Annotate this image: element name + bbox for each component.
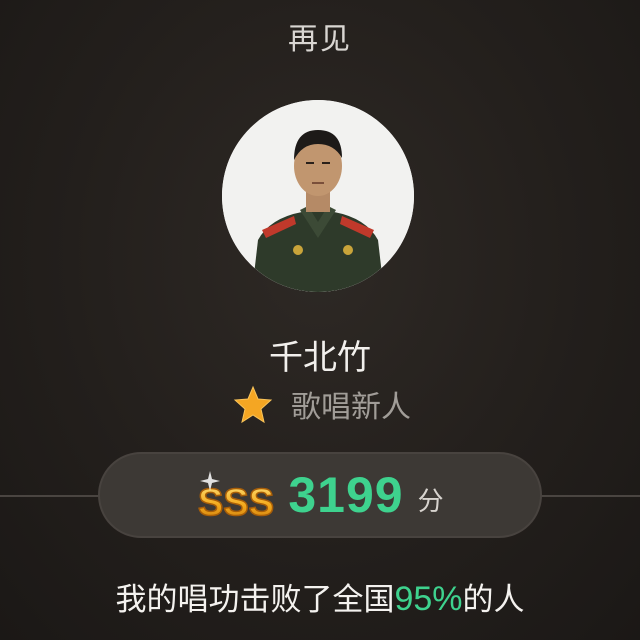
avatar-photo xyxy=(222,100,414,292)
divider-left xyxy=(0,495,100,497)
star-icon xyxy=(233,385,273,424)
rank-row: 歌唱新人 xyxy=(0,384,640,425)
beat-prefix: 我的唱功击败了全国 xyxy=(115,582,395,618)
beat-summary: 我的唱功击败了全国95%的人 xyxy=(0,574,640,619)
user-name: 千北竹 xyxy=(269,338,371,378)
avatar[interactable] xyxy=(222,100,414,292)
divider-right xyxy=(540,495,640,497)
score-value: 3199 xyxy=(288,467,404,523)
beat-suffix: 的人 xyxy=(462,582,525,618)
beat-percent: 95% xyxy=(394,580,463,618)
song-title: 再见 xyxy=(288,22,352,57)
rank-label: 歌唱新人 xyxy=(291,390,411,425)
grade-sss-badge: SSS xyxy=(198,471,275,525)
score-unit: 分 xyxy=(417,486,444,517)
score-pill: SSS 3199 分 xyxy=(98,452,542,538)
